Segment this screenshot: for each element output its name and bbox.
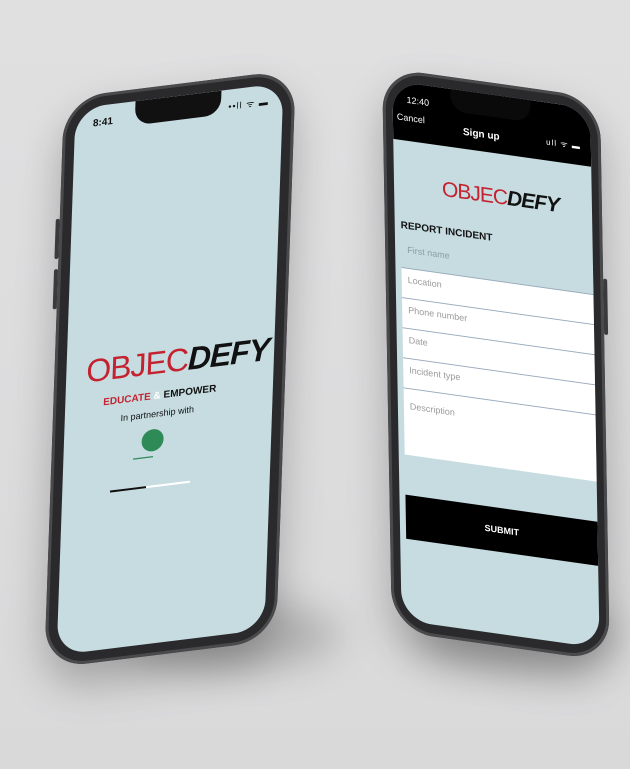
logo-objec: OBJEC xyxy=(85,340,189,390)
objecdefy-logo: OBJECDEFY xyxy=(86,331,270,391)
loading-progress-bar xyxy=(110,480,191,493)
tagline-empower: EMPOWER xyxy=(163,383,217,401)
report-form: First name Location Phone number Date In… xyxy=(400,237,597,482)
volume-button xyxy=(52,268,59,310)
status-icons: ••ll ᯤ ▬ xyxy=(228,96,270,112)
splash-screen: 8:41 ••ll ᯤ ▬ OBJECDEFY EDUCATE & EMPOWE… xyxy=(56,82,284,656)
tagline: EDUCATE & EMPOWER xyxy=(103,383,216,408)
volume-button xyxy=(54,218,60,260)
signup-phone: 12:40 Cancel Sign up ull ᯤ ▬ OBJECDEFY R… xyxy=(382,67,610,662)
tagline-ampersand: & xyxy=(153,390,161,403)
tagline-educate: EDUCATE xyxy=(102,391,151,409)
submit-button[interactable]: SUBMIT xyxy=(405,494,599,566)
status-icons: ull ᯤ ▬ xyxy=(546,137,581,152)
notch xyxy=(450,88,531,123)
objecdefy-logo: OBJECDEFY xyxy=(442,178,559,219)
loading-progress-fill xyxy=(110,486,147,493)
cancel-button[interactable]: Cancel xyxy=(397,111,425,125)
partnership-text: In partnership with xyxy=(120,404,195,424)
nav-header: 12:40 Cancel Sign up ull ᯤ ▬ xyxy=(392,80,592,167)
page-title: Sign up xyxy=(462,126,500,143)
status-time: 8:41 xyxy=(92,115,114,130)
notch xyxy=(134,90,222,126)
partner-logo-emblem xyxy=(141,427,164,453)
power-button xyxy=(603,278,609,336)
signup-screen: 12:40 Cancel Sign up ull ᯤ ▬ OBJECDEFY R… xyxy=(392,80,600,649)
status-time: 12:40 xyxy=(406,94,430,108)
product-mockup-stage: 8:41 ••ll ᯤ ▬ OBJECDEFY EDUCATE & EMPOWE… xyxy=(0,0,630,769)
logo-defy: DEFY xyxy=(506,186,560,218)
splash-phone: 8:41 ••ll ᯤ ▬ OBJECDEFY EDUCATE & EMPOWE… xyxy=(44,69,296,669)
logo-defy: DEFY xyxy=(187,330,270,377)
partner-logo-text: ▬▬▬▬▬ xyxy=(133,453,154,461)
logo-objec: OBJEC xyxy=(441,177,508,210)
